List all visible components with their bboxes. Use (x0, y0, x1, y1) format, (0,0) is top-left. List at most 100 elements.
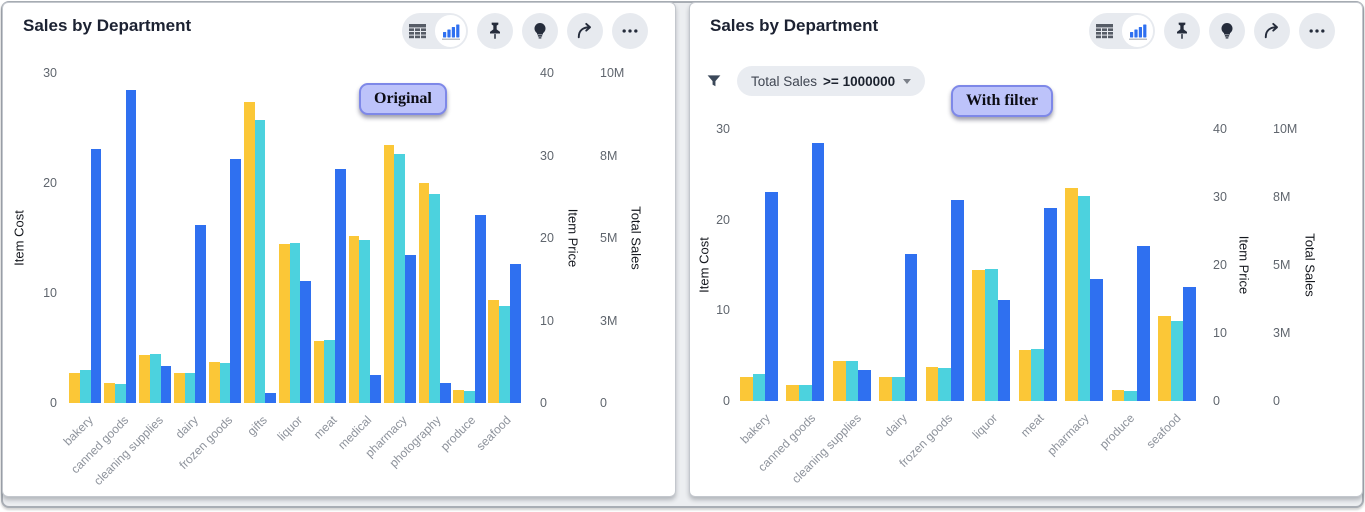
bar-yellow[interactable] (419, 183, 430, 403)
bar-cyan[interactable] (846, 361, 859, 401)
bar-yellow[interactable] (209, 362, 220, 403)
page-title: Sales by Department (23, 16, 191, 36)
bar-cyan[interactable] (429, 194, 440, 403)
page-title: Sales by Department (710, 16, 878, 36)
bar-blue[interactable] (440, 383, 451, 403)
bar-blue[interactable] (370, 375, 381, 403)
x-axis-label: seafood (473, 413, 513, 453)
bar-blue[interactable] (91, 149, 102, 403)
axis-tick: 0 (1273, 394, 1280, 408)
bar-yellow[interactable] (1065, 188, 1078, 401)
bar-cyan[interactable] (150, 354, 161, 403)
bar-yellow[interactable] (833, 361, 846, 401)
table-view-button[interactable] (1089, 13, 1120, 49)
bar-cyan[interactable] (1078, 196, 1091, 401)
bar-group (740, 129, 778, 401)
bar-yellow[interactable] (1019, 350, 1032, 401)
bar-blue[interactable] (998, 300, 1011, 401)
bar-cyan[interactable] (1124, 391, 1137, 401)
more-button[interactable] (612, 13, 648, 49)
insights-button[interactable] (522, 13, 558, 49)
x-axis-label: bakery (737, 411, 772, 446)
bar-yellow[interactable] (879, 377, 892, 401)
bar-yellow[interactable] (314, 341, 325, 403)
bar-yellow[interactable] (104, 383, 115, 403)
ticks-right2: 10M8M5M3M0 (600, 73, 634, 403)
share-button[interactable] (567, 13, 603, 49)
bar-cyan[interactable] (499, 306, 510, 403)
table-view-button[interactable] (402, 13, 433, 49)
filter-chip[interactable]: Total Sales >= 1000000 (737, 66, 925, 96)
bar-cyan[interactable] (220, 363, 231, 403)
pin-button[interactable] (477, 13, 513, 49)
insights-button[interactable] (1209, 13, 1245, 49)
bar-yellow[interactable] (139, 355, 150, 403)
bar-blue[interactable] (858, 370, 871, 401)
bar-blue[interactable] (1044, 208, 1057, 401)
bar-cyan[interactable] (290, 243, 301, 403)
bar-yellow[interactable] (786, 385, 799, 401)
bar-yellow[interactable] (69, 373, 80, 403)
bar-cyan[interactable] (394, 154, 405, 403)
bar-cyan[interactable] (938, 368, 951, 401)
bar-cyan[interactable] (359, 240, 370, 403)
bar-cyan[interactable] (1031, 349, 1044, 401)
bar-yellow[interactable] (1158, 316, 1171, 401)
bar-yellow[interactable] (740, 377, 753, 401)
view-toggle (402, 13, 468, 49)
bar-blue[interactable] (1137, 246, 1150, 401)
bar-blue[interactable] (300, 281, 311, 403)
bar-blue[interactable] (405, 255, 416, 404)
bar-yellow[interactable] (926, 367, 939, 401)
bar-cyan[interactable] (80, 370, 91, 403)
x-axis-label: liquor (970, 411, 1001, 442)
axis-tick: 8M (600, 149, 617, 163)
bar-yellow[interactable] (488, 300, 499, 403)
bar-blue[interactable] (905, 254, 918, 401)
bar-cyan[interactable] (255, 120, 266, 403)
bar-blue[interactable] (195, 225, 206, 403)
bar-cyan[interactable] (1171, 321, 1184, 401)
bar-blue[interactable] (765, 192, 778, 401)
bar-cyan[interactable] (324, 340, 335, 403)
axis-tick: 0 (723, 394, 730, 408)
bar-blue[interactable] (230, 159, 241, 403)
ticks-left: 3020100 (696, 129, 730, 401)
more-button[interactable] (1299, 13, 1335, 49)
bar-cyan[interactable] (115, 384, 126, 403)
bar-blue[interactable] (951, 200, 964, 401)
chart-card-filtered: Sales by Department (689, 2, 1363, 497)
bar-cyan[interactable] (185, 373, 196, 403)
bar-cyan[interactable] (985, 269, 998, 401)
pin-button[interactable] (1164, 13, 1200, 49)
bar-blue[interactable] (812, 143, 825, 401)
bar-blue[interactable] (510, 264, 521, 403)
axis-tick: 40 (1213, 122, 1227, 136)
bar-blue[interactable] (126, 90, 137, 404)
bar-yellow[interactable] (174, 373, 185, 403)
bar-cyan[interactable] (464, 391, 475, 403)
bar-yellow[interactable] (972, 270, 985, 401)
bar-yellow[interactable] (384, 145, 395, 404)
bar-chart-view-button[interactable] (1122, 15, 1153, 47)
bar-chart-view-button[interactable] (435, 15, 466, 47)
bar-blue[interactable] (1183, 287, 1196, 401)
bar-yellow[interactable] (279, 244, 290, 404)
bar-cyan[interactable] (753, 374, 766, 401)
bar-chart-icon (442, 23, 460, 40)
bar-yellow[interactable] (349, 236, 360, 403)
bar-yellow[interactable] (1112, 390, 1125, 401)
bar-blue[interactable] (475, 215, 486, 403)
bar-blue[interactable] (1090, 279, 1103, 401)
bar-yellow[interactable] (453, 390, 464, 403)
axis-tick: 30 (540, 149, 554, 163)
bar-yellow[interactable] (244, 102, 255, 403)
bar-group (1158, 129, 1196, 401)
bar-cyan[interactable] (799, 385, 812, 401)
bar-blue[interactable] (265, 393, 276, 403)
share-button[interactable] (1254, 13, 1290, 49)
bar-blue[interactable] (335, 169, 346, 403)
bar-blue[interactable] (161, 366, 172, 403)
x-labels: bakerycanned goodscleaning suppliesdairy… (69, 407, 521, 497)
bar-cyan[interactable] (892, 377, 905, 401)
